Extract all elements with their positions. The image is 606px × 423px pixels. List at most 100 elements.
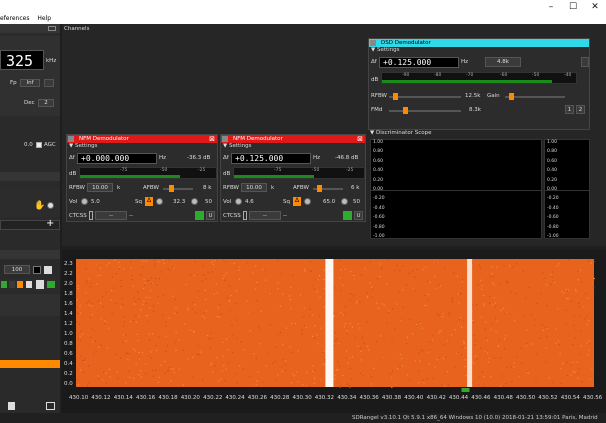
agc-checkbox[interactable] xyxy=(36,142,42,148)
waterfall-speckle xyxy=(573,315,575,317)
nfm1-audio-icon[interactable] xyxy=(195,211,204,220)
dsd-gain-handle[interactable] xyxy=(509,93,514,100)
dsd-bandwidth-toggle[interactable] xyxy=(581,57,589,67)
dsd-slot2-button[interactable]: 2 xyxy=(576,105,585,114)
scope-display-right[interactable]: 1.000.800.600.400.200.00-0.20-0.40-0.60-… xyxy=(544,139,590,239)
center-frequency-display[interactable]: 325 xyxy=(0,50,44,70)
nfm1-header[interactable]: NFM Demodulator ⊠ xyxy=(67,135,217,143)
nfm2-settings-row[interactable]: ▼ Settings xyxy=(221,143,365,150)
dsd-rfbw-handle[interactable] xyxy=(393,93,398,100)
dsd-fmd-handle[interactable] xyxy=(403,107,408,114)
menu-preferences[interactable]: eferences xyxy=(0,15,29,22)
grid-icon[interactable] xyxy=(26,281,32,288)
fp-select[interactable]: Inf xyxy=(20,79,40,87)
waterfall-speckle xyxy=(172,368,174,370)
waterfall-speckle xyxy=(416,268,418,270)
waterfall-speckle xyxy=(387,259,389,261)
nfm1-u-button[interactable]: U xyxy=(206,211,215,220)
waterfall-speckle xyxy=(195,312,197,314)
color-swatch[interactable] xyxy=(33,266,41,274)
record-icon[interactable] xyxy=(47,202,54,209)
waterfall-speckle xyxy=(588,349,590,351)
spectrum-green-toggle[interactable] xyxy=(47,281,55,288)
nfm1-ctcss-checkbox[interactable] xyxy=(89,211,93,220)
nfm2-volume-knob[interactable] xyxy=(235,198,242,205)
waterfall-speckle xyxy=(100,318,102,320)
gain-select[interactable]: 100 xyxy=(4,265,30,274)
nfm2-header[interactable]: NFM Demodulator ⊠ xyxy=(221,135,365,143)
waterfall-y-tick: 0.4 xyxy=(64,361,73,367)
minimize-icon[interactable]: – xyxy=(540,0,562,14)
waterfall-speckle xyxy=(79,369,82,371)
waterfall-speckle xyxy=(134,301,136,303)
waterfall-speckle xyxy=(531,343,533,345)
waterfall-speckle xyxy=(235,303,237,305)
nfm1-squelch-gate-icon[interactable]: Δ xyxy=(145,197,153,206)
waterfall-speckle xyxy=(526,370,528,373)
nfm2-audio-icon[interactable] xyxy=(343,211,352,220)
hand-icon[interactable]: ✋ xyxy=(34,201,45,211)
scope-title-row[interactable]: ▼ Discriminator Scope xyxy=(368,130,590,137)
waterfall-speckle xyxy=(238,278,241,280)
waterfall-display[interactable]: 2.3 2.2 2.0 1.8 1.6 1.4 1.2 1.0 0.8 0.6 0.4 0.2 0.0 4… xyxy=(62,250,606,413)
waterfall-speckle xyxy=(489,295,491,298)
dsd-gain-slider[interactable] xyxy=(505,96,565,98)
dec-select[interactable]: 2 xyxy=(38,99,54,107)
waterfall-speckle xyxy=(200,351,202,353)
dsd-slot1-button[interactable]: 1 xyxy=(565,105,574,114)
waterfall-speckle xyxy=(498,345,500,347)
nfm1-squelch-knob-2[interactable] xyxy=(191,198,198,205)
spectrum-green-button[interactable] xyxy=(1,281,7,288)
waterfall-speckle xyxy=(243,349,245,351)
dsd-settings-row[interactable]: ▼ Settings xyxy=(369,47,589,54)
waterfall-speckle xyxy=(436,286,438,288)
nfm1-settings-row[interactable]: ▼ Settings xyxy=(67,143,217,150)
nfm1-rfbw-select[interactable]: 10.00 xyxy=(87,183,113,192)
nfm2-afbw-handle[interactable] xyxy=(317,185,322,192)
nfm2-squelch-knob[interactable] xyxy=(304,198,311,205)
nfm2-rfbw-select[interactable]: 10.00 xyxy=(241,183,267,192)
folder-icon[interactable] xyxy=(46,402,55,410)
waterfall-speckle xyxy=(80,355,82,357)
dsd-fmd-slider[interactable] xyxy=(389,110,461,112)
nfm1-close-icon[interactable]: ⊠ xyxy=(209,135,215,143)
nfm2-squelch-gate-icon[interactable]: Δ xyxy=(293,197,301,206)
trash-icon[interactable] xyxy=(8,402,15,410)
menu-help[interactable]: Help xyxy=(37,15,51,22)
fp-toggle[interactable] xyxy=(44,79,54,87)
nfm2-close-icon[interactable]: ⊠ xyxy=(357,135,363,143)
nfm1-frequency-input[interactable]: +0.000.000 xyxy=(77,153,157,164)
dsd-rfbw-slider[interactable] xyxy=(389,96,461,98)
waterfall-speckle xyxy=(224,279,226,281)
dsd-header[interactable]: DSD Demodulator xyxy=(369,39,589,47)
fill-icon[interactable] xyxy=(36,280,44,289)
nfm2-rfbw-label: RFBW xyxy=(223,185,240,191)
nfm1-ctcss-select[interactable]: -- xyxy=(95,211,127,220)
nfm2-frequency-input[interactable]: +0.125.000 xyxy=(231,153,311,164)
float-icon[interactable] xyxy=(48,26,56,31)
maximize-icon[interactable]: ☐ xyxy=(562,0,584,14)
nfm1-squelch-knob[interactable] xyxy=(156,198,163,205)
waterfall-speckle xyxy=(447,384,449,386)
nfm1-scale-3: -25 xyxy=(198,168,206,173)
nfm1-afbw-handle[interactable] xyxy=(169,185,174,192)
spectrum-orange-button[interactable] xyxy=(17,281,23,288)
nfm1-afbw-slider[interactable] xyxy=(163,188,193,190)
nfm2-ctcss-checkbox[interactable] xyxy=(243,211,247,220)
waterfall-speckle xyxy=(409,319,411,321)
nfm2-ctcss-select[interactable]: -- xyxy=(249,211,281,220)
waterfall-speckle xyxy=(122,268,125,270)
waterfall-speckle xyxy=(441,311,443,313)
spectrum-button-2[interactable] xyxy=(9,281,15,288)
spectrum-toggle[interactable] xyxy=(44,266,52,274)
nfm2-squelch-knob-2[interactable] xyxy=(341,198,348,205)
add-icon[interactable]: + xyxy=(46,218,54,229)
scope-display[interactable]: 1.000.800.600.400.200.00-0.20-0.40-0.60-… xyxy=(370,139,542,239)
nfm1-volume-knob[interactable] xyxy=(81,198,88,205)
waterfall-speckle xyxy=(119,357,122,359)
waterfall-speckle xyxy=(337,381,339,383)
dsd-bandwidth-select[interactable]: 4.8k xyxy=(485,57,521,67)
close-icon[interactable]: ✕ xyxy=(584,0,606,14)
dsd-frequency-input[interactable]: +0.125.000 xyxy=(379,57,459,68)
nfm2-u-button[interactable]: U xyxy=(354,211,363,220)
